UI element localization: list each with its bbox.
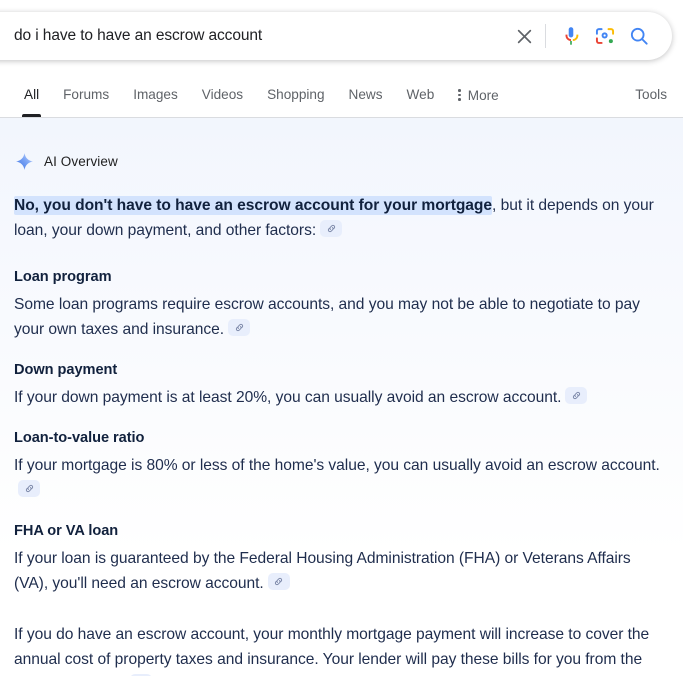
tab-web[interactable]: Web [395, 82, 447, 108]
link-icon [327, 224, 335, 233]
link-icon [235, 323, 243, 332]
section-body-text: If your loan is guaranteed by the Federa… [14, 550, 631, 592]
tab-images[interactable]: Images [121, 82, 190, 108]
kebab-menu-icon [458, 89, 461, 101]
more-tabs-label: More [467, 87, 499, 103]
ai-overview-intro: No, you don't have to have an escrow acc… [14, 193, 669, 243]
tools-button[interactable]: Tools [635, 82, 667, 108]
section-body: If your mortgage is 80% or less of the h… [14, 453, 669, 503]
tab-list: All Forums Images Videos Shopping News W… [0, 82, 511, 117]
ai-overview-title: AI Overview [44, 154, 118, 169]
tab-news[interactable]: News [337, 82, 395, 108]
link-icon [572, 391, 580, 400]
link-icon [25, 484, 33, 493]
tab-forums[interactable]: Forums [51, 82, 121, 108]
section-body-text: If your down payment is at least 20%, yo… [14, 389, 562, 406]
voice-search-button[interactable] [554, 19, 588, 53]
tab-shopping[interactable]: Shopping [255, 82, 336, 108]
link-icon [275, 577, 283, 586]
more-tabs-button[interactable]: More [446, 82, 510, 108]
search-bar-container [0, 12, 672, 60]
citation-chip[interactable] [228, 319, 251, 336]
clear-search-button[interactable] [507, 19, 541, 53]
ai-overview-panel: AI Overview No, you don't have to have a… [0, 118, 683, 676]
citation-chip[interactable] [320, 220, 343, 237]
ai-overview-closing: If you do have an escrow account, your m… [14, 622, 669, 676]
citation-chip[interactable] [18, 480, 40, 497]
section-heading: Down payment [14, 362, 118, 378]
submit-search-button[interactable] [622, 19, 656, 53]
intro-highlighted-answer: No, you don't have to have an escrow acc… [14, 196, 493, 215]
search-bar-actions [507, 19, 656, 53]
tab-all[interactable]: All [12, 82, 51, 117]
citation-chip[interactable] [267, 573, 290, 590]
search-input[interactable] [14, 24, 507, 48]
section-heading: Loan-to-value ratio [14, 430, 145, 446]
section-heading: FHA or VA loan [14, 523, 119, 539]
section-body-text: Some loan programs require escrow accoun… [14, 296, 640, 338]
search-actions-divider [545, 24, 546, 48]
section-body: Some loan programs require escrow accoun… [14, 292, 669, 342]
result-type-tabs: All Forums Images Videos Shopping News W… [0, 82, 683, 117]
section-body: If your loan is guaranteed by the Federa… [14, 546, 669, 596]
search-bar[interactable] [0, 12, 672, 60]
tab-videos[interactable]: Videos [190, 82, 255, 108]
sparkle-icon [16, 153, 33, 170]
section-heading: Loan program [14, 269, 112, 285]
ai-overview-body: No, you don't have to have an escrow acc… [14, 171, 669, 676]
closing-text: If you do have an escrow account, your m… [14, 626, 650, 668]
section-body-text: If your mortgage is 80% or less of the h… [14, 457, 660, 474]
ai-overview-header: AI Overview [14, 118, 669, 171]
citation-chip[interactable] [565, 387, 588, 404]
search-results-page: All Forums Images Videos Shopping News W… [0, 0, 683, 676]
google-lens-button[interactable] [588, 19, 622, 53]
section-body: If your down payment is at least 20%, yo… [14, 385, 669, 410]
